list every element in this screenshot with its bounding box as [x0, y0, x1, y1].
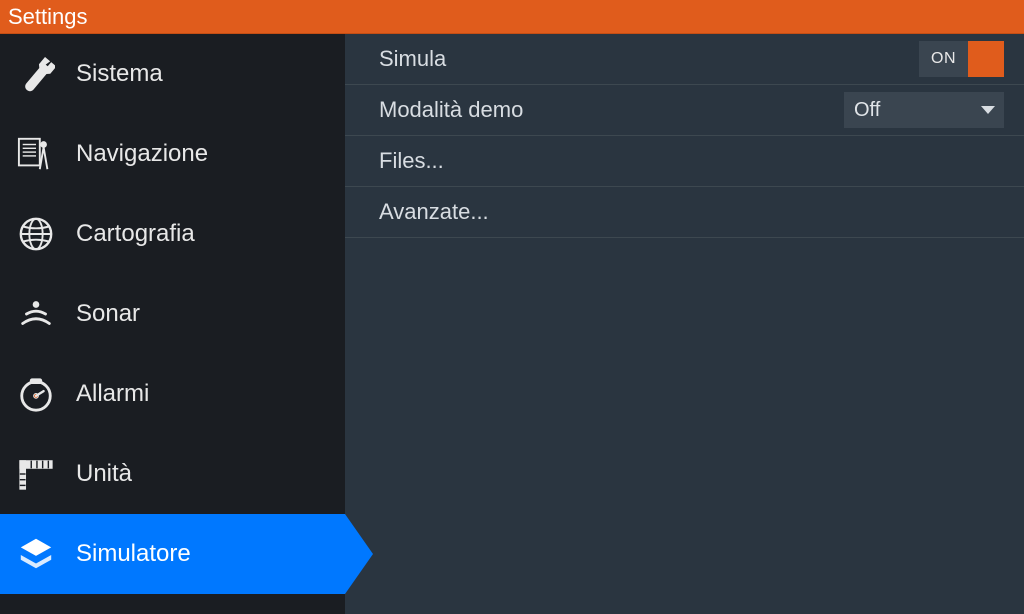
layers-icon: [16, 534, 56, 574]
simula-toggle[interactable]: ON: [919, 41, 1004, 77]
sidebar-item-allarmi[interactable]: Allarmi: [0, 354, 345, 434]
ruler-icon: [16, 454, 56, 494]
toggle-knob: [968, 41, 1004, 77]
dropdown-value: Off: [844, 99, 972, 122]
sidebar-item-label: Allarmi: [76, 380, 149, 408]
titlebar: Settings: [0, 0, 1024, 34]
row-label: Files...: [379, 148, 1004, 174]
chevron-down-icon: [972, 104, 1004, 116]
globe-icon: [16, 214, 56, 254]
sidebar-item-label: Simulatore: [76, 540, 191, 568]
row-label: Modalità demo: [379, 97, 844, 123]
sidebar-item-simulatore[interactable]: Simulatore: [0, 514, 345, 594]
content-panel: Simula ON Modalità demo Off Files... Ava…: [345, 34, 1024, 614]
row-avanzate[interactable]: Avanzate...: [345, 187, 1024, 238]
main-container: Sistema Navigazione: [0, 34, 1024, 614]
sidebar: Sistema Navigazione: [0, 34, 345, 614]
row-simula[interactable]: Simula ON: [345, 34, 1024, 85]
sidebar-item-label: Sonar: [76, 300, 140, 328]
sonar-icon: [16, 294, 56, 334]
demo-mode-dropdown[interactable]: Off: [844, 92, 1004, 128]
alarm-icon: [16, 374, 56, 414]
sidebar-item-navigazione[interactable]: Navigazione: [0, 114, 345, 194]
row-label: Avanzate...: [379, 199, 1004, 225]
sidebar-item-label: Cartografia: [76, 220, 195, 248]
titlebar-title: Settings: [8, 4, 88, 30]
wrench-icon: [16, 54, 56, 94]
sidebar-item-sonar[interactable]: Sonar: [0, 274, 345, 354]
sidebar-item-label: Sistema: [76, 60, 163, 88]
sidebar-item-label: Unità: [76, 460, 132, 488]
sidebar-item-cartografia[interactable]: Cartografia: [0, 194, 345, 274]
sidebar-item-sistema[interactable]: Sistema: [0, 34, 345, 114]
compass-icon: [16, 134, 56, 174]
toggle-state-label: ON: [919, 41, 968, 77]
row-files[interactable]: Files...: [345, 136, 1024, 187]
sidebar-item-label: Navigazione: [76, 140, 208, 168]
row-demo-mode[interactable]: Modalità demo Off: [345, 85, 1024, 136]
row-label: Simula: [379, 46, 919, 72]
sidebar-item-unita[interactable]: Unità: [0, 434, 345, 514]
